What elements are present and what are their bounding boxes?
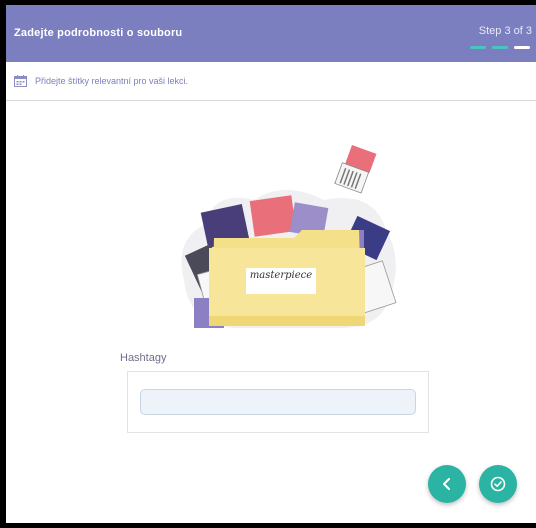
chevron-left-icon [443,478,450,490]
step-bar-1 [470,46,486,49]
folder-label: masterpiece [249,270,313,281]
calendar-icon [14,75,27,87]
wizard-title: Zadejte podrobnosti o souboru [14,27,183,39]
hint-row: Přidejte štítky relevantní pro vaši lekc… [14,75,188,87]
hashtags-label: Hashtagy [120,352,167,364]
step-indicator-label: Step 3 of 3 [478,25,532,37]
back-button[interactable] [428,465,466,503]
check-circle-icon [490,476,506,492]
hashtags-input[interactable] [140,389,416,415]
step-bar-3 [514,46,530,49]
wizard-header: Zadejte podrobnosti o souboru Step 3 of … [6,5,536,62]
hashtags-card [127,371,429,433]
flying-paper-icon [334,145,377,194]
divider [6,100,536,101]
finish-button[interactable] [479,465,517,503]
step-progress [470,46,530,49]
hint-text: Přidejte štítky relevantní pro vaši lekc… [35,76,189,86]
folder-illustration [181,145,397,329]
wizard-dialog: Zadejte podrobnosti o souboru Step 3 of … [6,5,536,523]
step-bar-2 [492,46,508,49]
